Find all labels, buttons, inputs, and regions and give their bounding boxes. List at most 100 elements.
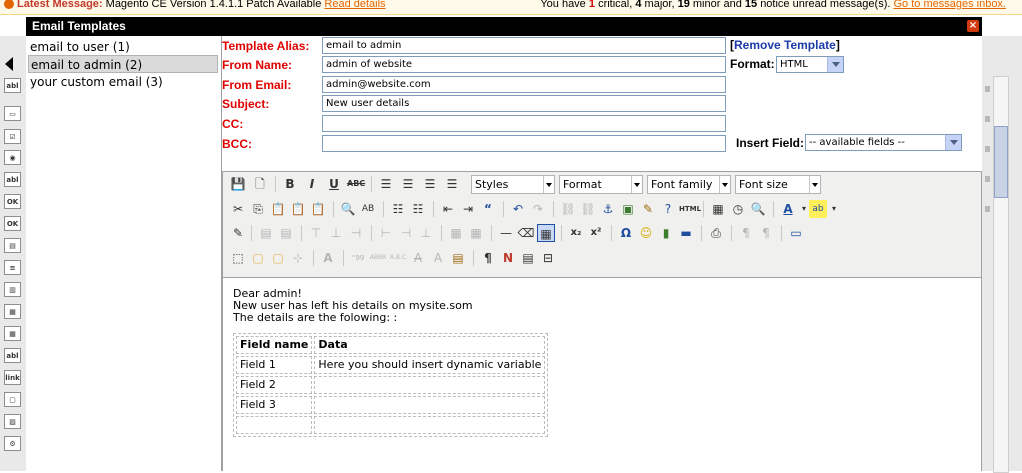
table-cell[interactable]: Here you should insert dynamic variable — [314, 356, 546, 374]
table-cell[interactable]: Field 1 — [236, 356, 313, 374]
delete-row-icon[interactable]: ⊣ — [347, 224, 365, 242]
find-icon[interactable]: 🔍 — [339, 200, 357, 218]
merge-cells-icon[interactable]: ▦ — [467, 224, 485, 242]
cut-icon[interactable]: ✂ — [229, 200, 247, 218]
toolbox-item-label[interactable]: OK — [4, 194, 21, 209]
table-cell[interactable]: Field 2 — [236, 376, 313, 394]
template-item-email-to-user[interactable]: email to user (1) — [28, 38, 218, 56]
nonbreaking-icon[interactable]: N — [499, 249, 517, 267]
preview-icon[interactable]: 🔍 — [749, 200, 767, 218]
insert-text-icon[interactable]: A — [429, 249, 447, 267]
toolbox-item-label-2[interactable]: abl — [4, 348, 21, 363]
toolbox-item-list-1[interactable]: ≡ — [4, 260, 21, 275]
redo-icon[interactable]: ↷ — [529, 200, 547, 218]
visual-aid-icon[interactable]: ▦ — [537, 224, 555, 242]
editor-content-area[interactable]: Dear admin! New user has left his detail… — [223, 277, 981, 471]
from-email-input[interactable]: admin@website.com — [322, 76, 726, 93]
toolbox-item-radio[interactable]: abl — [4, 172, 21, 187]
insert-row-before-icon[interactable]: ⊤ — [307, 224, 325, 242]
fullscreen-icon[interactable]: ▭ — [787, 224, 805, 242]
toolbox-item-ok-1[interactable]: OK — [4, 216, 21, 231]
pagebreak-icon[interactable]: ⊟ — [539, 249, 557, 267]
insert-time-icon[interactable]: ◷ — [729, 200, 747, 218]
emoticon-icon[interactable]: ☺ — [637, 224, 655, 242]
edit-css-icon[interactable]: ✎ — [229, 224, 247, 242]
move-forward-icon[interactable]: ▢ — [249, 249, 267, 267]
toolbox-item-textbox[interactable]: ▭ — [4, 106, 21, 121]
insert-col-before-icon[interactable]: ⊢ — [377, 224, 395, 242]
blockquote-icon[interactable]: “ — [479, 200, 497, 218]
toolbox-item-list-2[interactable]: ▥ — [4, 282, 21, 297]
bullet-list-icon[interactable]: ☷ — [389, 200, 407, 218]
chevron-down-icon[interactable]: ▾ — [825, 200, 843, 218]
table-cell[interactable] — [314, 396, 546, 414]
toolbox-item-list-3[interactable]: ▦ — [4, 304, 21, 319]
toolbox-item-text[interactable]: link — [4, 370, 21, 385]
link-icon[interactable]: ⛓ — [559, 200, 577, 218]
table-cell[interactable] — [314, 416, 546, 434]
format-select[interactable]: HTML — [776, 56, 844, 73]
toolbox-item-chart[interactable]: abl — [4, 78, 21, 93]
template-icon[interactable]: ▤ — [519, 249, 537, 267]
row-props-icon[interactable]: ▤ — [257, 224, 275, 242]
content-table[interactable]: Field name Data Field 1 Here you should … — [233, 333, 549, 437]
template-item-custom-email[interactable]: your custom email (3) — [28, 73, 218, 91]
abbr-icon[interactable]: ABBR — [369, 249, 387, 267]
font-family-select[interactable]: Font family — [647, 175, 731, 194]
paste-icon[interactable]: 📋 — [269, 200, 287, 218]
delete-col-icon[interactable]: ⊥ — [417, 224, 435, 242]
acronym-icon[interactable]: A.B.C — [389, 249, 407, 267]
copy-icon[interactable]: ⎘ — [249, 200, 267, 218]
format-block-select[interactable]: Format — [559, 175, 643, 194]
align-left-icon[interactable]: ☰ — [377, 175, 395, 193]
insert-date-icon[interactable]: ▦ — [709, 200, 727, 218]
unlink-icon[interactable]: ⛓ — [579, 200, 597, 218]
toolbox-item-ok-2[interactable]: ▤ — [4, 238, 21, 253]
help-icon[interactable]: ? — [659, 200, 677, 218]
remove-template-button[interactable]: Remove Template — [734, 38, 836, 52]
image-icon[interactable]: ▣ — [619, 200, 637, 218]
paste-text-icon[interactable]: 📋 — [289, 200, 307, 218]
attributes-icon[interactable]: ▤ — [449, 249, 467, 267]
cleanup-icon[interactable]: ✎ — [639, 200, 657, 218]
paste-word-icon[interactable]: 📋 — [309, 200, 327, 218]
cell-props-icon[interactable]: ▤ — [277, 224, 295, 242]
outdent-icon[interactable]: ⇤ — [439, 200, 457, 218]
table-cell[interactable] — [314, 376, 546, 394]
template-alias-input[interactable]: email to admin — [322, 37, 726, 54]
align-right-icon[interactable]: ☰ — [421, 175, 439, 193]
messages-inbox-link[interactable]: Go to messages inbox. — [893, 0, 1006, 10]
table-cell[interactable]: Field 3 — [236, 396, 313, 414]
new-document-icon[interactable]: 🗋 — [251, 175, 269, 193]
horizontal-rule-icon[interactable]: — — [497, 224, 515, 242]
insert-row-after-icon[interactable]: ⊥ — [327, 224, 345, 242]
anchor-icon[interactable]: ⚓ — [599, 200, 617, 218]
visual-chars-icon[interactable]: ¶ — [479, 249, 497, 267]
move-backward-icon[interactable]: ▢ — [269, 249, 287, 267]
read-details-link[interactable]: Read details — [324, 0, 385, 10]
indent-icon[interactable]: ⇥ — [459, 200, 477, 218]
table-cell[interactable] — [236, 416, 313, 434]
toolbox-item-image[interactable]: ⚙ — [4, 436, 21, 451]
styles-select[interactable]: Styles — [471, 175, 555, 194]
advanced-hr-icon[interactable]: ▬ — [677, 224, 695, 242]
replace-icon[interactable]: AB — [359, 200, 377, 218]
table-header-cell[interactable]: Data — [314, 336, 546, 354]
special-char-icon[interactable]: Ω — [617, 224, 635, 242]
cc-input[interactable] — [322, 115, 726, 132]
template-item-email-to-admin[interactable]: email to admin (2) — [28, 55, 218, 73]
undo-icon[interactable]: ↶ — [509, 200, 527, 218]
bcc-input[interactable] — [322, 135, 726, 152]
remove-format-icon[interactable]: ⌫ — [517, 224, 535, 242]
absolute-icon[interactable]: ⊹ — [289, 249, 307, 267]
italic-icon[interactable]: I — [303, 175, 321, 193]
media-icon[interactable]: ▮ — [657, 224, 675, 242]
superscript-icon[interactable]: x² — [587, 224, 605, 242]
align-justify-icon[interactable]: ☰ — [443, 175, 461, 193]
print-icon[interactable]: ⎙ — [707, 224, 725, 242]
delete-text-icon[interactable]: A — [409, 249, 427, 267]
toolbox-item-checkbox[interactable]: ◉ — [4, 150, 21, 165]
close-icon[interactable]: × — [967, 20, 979, 32]
scrollbar-thumb[interactable] — [994, 126, 1008, 198]
html-source-icon[interactable]: HTML — [679, 200, 701, 218]
